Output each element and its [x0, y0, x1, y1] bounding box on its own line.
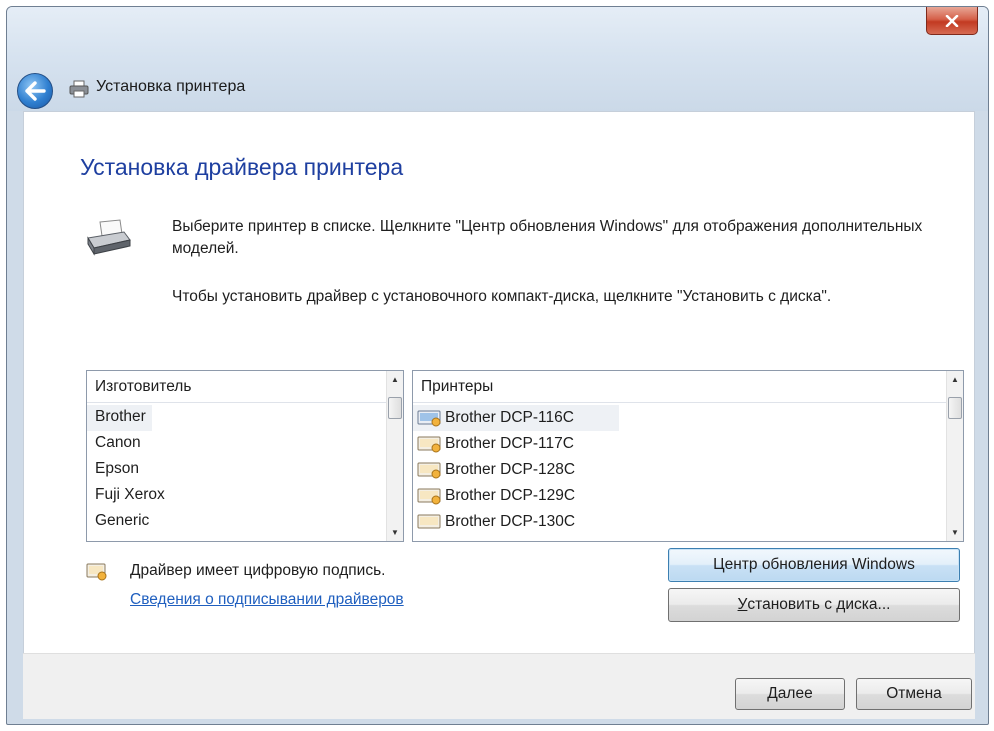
- window-title: Установка принтера: [96, 78, 246, 95]
- printer-icon: [69, 80, 89, 98]
- printer-model-label: Brother DCP-128C: [445, 461, 576, 478]
- next-label: алее: [777, 685, 813, 702]
- table-row[interactable]: Brother DCP-116C: [413, 405, 619, 431]
- signature-status: Драйвер имеет цифровую подпись.: [130, 562, 386, 579]
- next-button[interactable]: Далее: [735, 678, 845, 710]
- scroll-down-icon[interactable]: ▼: [947, 524, 963, 541]
- title-bar: Установка принтера: [7, 7, 988, 111]
- scroll-thumb[interactable]: [948, 397, 962, 419]
- signed-driver-icon: [417, 436, 441, 453]
- list-item[interactable]: Canon: [87, 431, 386, 457]
- scroll-down-icon[interactable]: ▼: [387, 524, 403, 541]
- page-title: Установка драйвера принтера: [80, 154, 404, 180]
- table-row[interactable]: Brother DCP-117C: [413, 431, 946, 457]
- table-row[interactable]: Brother DCP-128C: [413, 457, 946, 483]
- windows-update-button[interactable]: Центр обновления Windows: [668, 548, 960, 582]
- printer-setup-window: Установка принтера Установка драйвера пр…: [6, 6, 989, 725]
- instruction-install-from-disk: Чтобы установить драйвер с установочного…: [172, 288, 832, 305]
- have-disk-label: становить с диска...: [747, 596, 891, 613]
- back-arrow-icon: [25, 81, 46, 101]
- manufacturer-rows: Brother Canon Epson Fuji Xerox Generic: [87, 405, 386, 541]
- list-item[interactable]: Fuji Xerox: [87, 483, 386, 509]
- printer-driver-icon: [87, 219, 131, 256]
- driver-signing-link[interactable]: Сведения о подписывании драйверов: [130, 591, 404, 609]
- signed-driver-icon: [417, 514, 441, 529]
- printer-scrollbar[interactable]: ▲ ▼: [946, 371, 963, 541]
- list-item[interactable]: Generic: [87, 509, 386, 535]
- table-row[interactable]: Brother DCP-129C: [413, 483, 946, 509]
- list-item-wrap: Brother: [87, 405, 386, 431]
- have-disk-button[interactable]: Установить с диска...: [668, 588, 960, 622]
- printer-model-label: Brother DCP-116C: [445, 409, 574, 426]
- content-area: Установка драйвера принтера Выберите при…: [23, 111, 975, 653]
- signed-driver-icon: [417, 488, 441, 505]
- button-bar: Далее Отмена: [23, 653, 975, 719]
- manufacturer-scrollbar[interactable]: ▲ ▼: [386, 371, 403, 541]
- printer-rows: Brother DCP-116C Brother DCP-117C Brothe…: [413, 405, 946, 541]
- list-item[interactable]: Epson: [87, 457, 386, 483]
- manufacturer-list[interactable]: Изготовитель Brother Canon Epson Fuji Xe…: [86, 370, 404, 542]
- printer-model-label: Brother DCP-117C: [445, 435, 574, 452]
- printer-list-header: Принтеры: [413, 371, 946, 403]
- signed-driver-icon: [86, 563, 107, 581]
- signed-driver-icon: [417, 410, 441, 427]
- table-row[interactable]: Brother DCP-130C: [413, 509, 946, 535]
- printer-model-label: Brother DCP-130C: [445, 513, 576, 530]
- have-disk-accesskey: У: [737, 596, 748, 613]
- close-button[interactable]: [926, 7, 978, 35]
- list-item[interactable]: Brother: [87, 405, 152, 431]
- instruction-select-printer: Выберите принтер в списке. Щелкните "Цен…: [172, 218, 923, 257]
- printer-model-list[interactable]: Принтеры Brother DCP-116C Brother DCP-11…: [412, 370, 964, 542]
- signed-driver-icon: [417, 462, 441, 479]
- cancel-button[interactable]: Отмена: [856, 678, 972, 710]
- manufacturer-list-header: Изготовитель: [87, 371, 386, 403]
- scroll-up-icon[interactable]: ▲: [387, 371, 403, 388]
- close-icon: [945, 14, 959, 27]
- next-accesskey: Д: [767, 685, 778, 702]
- printer-model-label: Brother DCP-129C: [445, 487, 576, 504]
- back-button[interactable]: [17, 73, 53, 109]
- scroll-up-icon[interactable]: ▲: [947, 371, 963, 388]
- scroll-thumb[interactable]: [388, 397, 402, 419]
